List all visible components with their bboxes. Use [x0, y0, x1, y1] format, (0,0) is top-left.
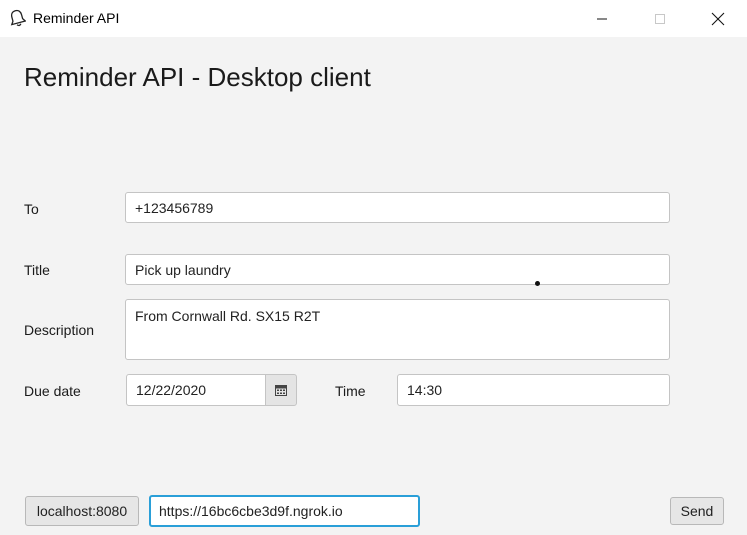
page-title: Reminder API - Desktop client: [24, 62, 371, 92]
date-picker-button[interactable]: [265, 374, 297, 406]
mouse-cursor: [535, 281, 540, 286]
description-value: From Cornwall Rd. SX15 R2T: [135, 308, 321, 324]
due-date-value: 12/22/2020: [136, 382, 207, 398]
window-title: Reminder API: [33, 10, 120, 26]
to-label: To: [24, 201, 39, 217]
close-icon: [711, 12, 725, 25]
title-field[interactable]: Pick up laundry: [125, 254, 670, 285]
title-label: Title: [24, 262, 50, 278]
close-button[interactable]: [695, 0, 741, 37]
time-value: 14:30: [407, 382, 443, 398]
minimize-button[interactable]: [579, 0, 625, 37]
maximize-icon: [655, 13, 665, 24]
server-url-value: https://16bc6cbe3d9f.ngrok.io: [159, 503, 343, 519]
maximize-button[interactable]: [637, 0, 683, 37]
time-label: Time: [335, 383, 366, 399]
title-value: Pick up laundry: [135, 261, 231, 278]
description-label: Description: [24, 322, 95, 338]
server-url-field[interactable]: https://16bc6cbe3d9f.ngrok.io: [149, 495, 420, 527]
due-date-field[interactable]: 12/22/2020: [126, 374, 266, 406]
calendar-icon: [275, 384, 287, 396]
localhost-button[interactable]: localhost:8080: [25, 496, 139, 526]
bell-icon: [8, 8, 27, 28]
minimize-icon: [597, 18, 607, 19]
time-field[interactable]: 14:30: [397, 374, 670, 406]
title-bar: Reminder API: [0, 0, 747, 37]
description-field[interactable]: From Cornwall Rd. SX15 R2T: [125, 299, 670, 360]
send-button[interactable]: Send: [670, 497, 724, 525]
due-date-label: Due date: [24, 383, 81, 399]
to-value: +123456789: [135, 199, 214, 216]
to-field[interactable]: +123456789: [125, 192, 670, 223]
